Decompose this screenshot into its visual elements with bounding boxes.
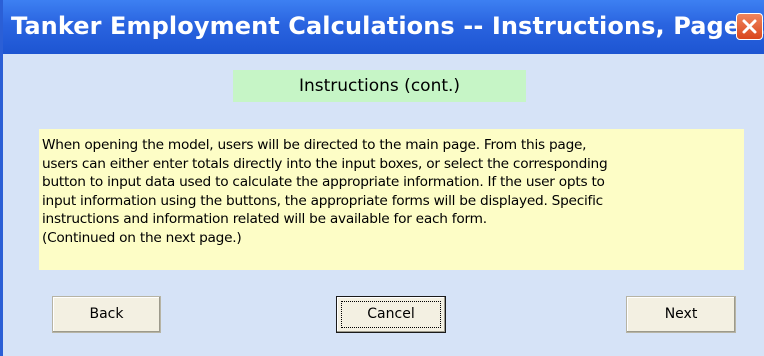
window-title: Tanker Employment Calculations -- Instru… [11, 12, 764, 40]
next-button[interactable]: Next [626, 296, 736, 333]
cancel-button-label: Cancel [367, 306, 415, 322]
instructions-panel: When opening the model, users will be di… [39, 129, 744, 270]
heading-panel: Instructions (cont.) [233, 70, 526, 102]
dialog-window: Tanker Employment Calculations -- Instru… [0, 0, 764, 356]
instructions-text: When opening the model, users will be di… [42, 137, 608, 246]
close-button[interactable] [736, 13, 763, 40]
back-button-label: Back [89, 306, 124, 322]
section-heading: Instructions (cont.) [298, 76, 461, 96]
back-button[interactable]: Back [52, 296, 161, 333]
cancel-button[interactable]: Cancel [336, 296, 446, 333]
next-button-label: Next [664, 306, 698, 322]
close-icon [742, 19, 757, 34]
title-bar[interactable]: Tanker Employment Calculations -- Instru… [3, 0, 764, 54]
